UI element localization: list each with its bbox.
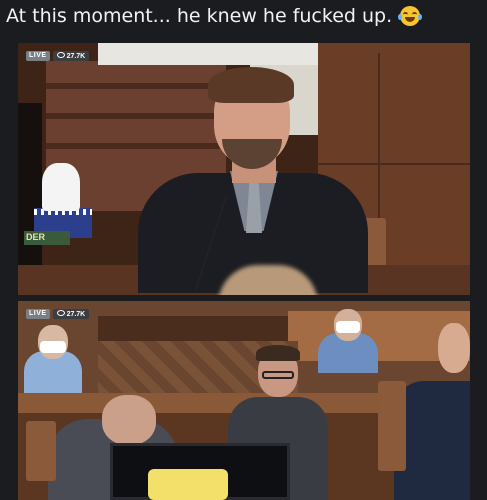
viewer-count: 27.7K [66,53,86,60]
eye-icon [56,310,65,316]
livestream-video-bottom[interactable]: LIVE 27.7K [18,301,470,500]
post-caption: At this moment... he knew he fucked up. [0,0,487,38]
courtroom-witness-scene: DER [18,43,470,295]
livestream-video-top[interactable]: DER LIVE 27.7K [18,43,470,295]
viewer-count-badge: 27.7K [52,51,90,61]
sign-label: DER [26,232,46,242]
eye-icon [56,52,65,58]
live-badge: LIVE [26,51,50,61]
live-badge: LIVE [26,309,50,319]
caption-text: At this moment... he knew he fucked up. [6,5,393,27]
stream-badges-top: LIVE 27.7K [26,51,90,61]
viewer-count-badge: 27.7K [52,309,90,319]
viewer-count: 27.7K [66,311,86,318]
courtroom-wide-scene [18,301,470,500]
stream-badges-bottom: LIVE 27.7K [26,309,90,319]
tears-of-joy-emoji-icon [398,6,423,26]
